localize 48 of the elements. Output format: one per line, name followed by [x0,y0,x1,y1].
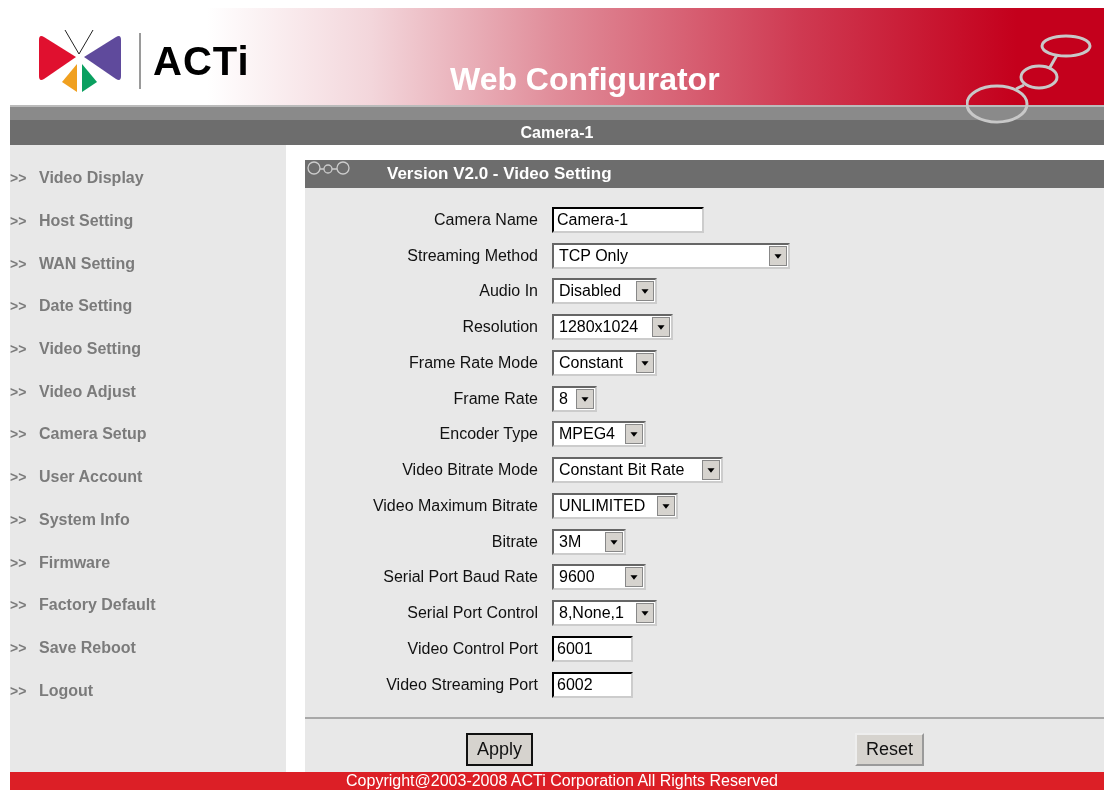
field-label: Serial Port Baud Rate [382,568,538,587]
panel-title: Version V2.0 - Video Setting [387,164,612,184]
field-label: Frame Rate [452,389,538,408]
chevron-marker: >> [10,639,28,656]
dropdown-field[interactable]: MPEG4 [552,421,646,448]
field-label: Video Maximum Bitrate [371,496,538,515]
chevron-marker: >> [10,426,28,443]
dropdown-field[interactable]: Disabled [552,278,657,305]
field-label: Streaming Method [406,246,538,265]
chevron-marker: >> [10,298,28,315]
dropdown-field[interactable]: 9600 [552,564,646,591]
dropdown-field[interactable]: 3M [552,528,626,555]
chevron-marker: >> [10,597,28,614]
dropdown-field[interactable]: 8 [552,385,597,412]
chevron-marker: >> [10,341,28,358]
dropdown-field[interactable]: Constant Bit Rate [552,457,723,484]
chevron-marker: >> [10,682,28,699]
dropdown-field[interactable]: Constant [552,349,657,376]
field-label: Video Control Port [406,639,538,658]
chevron-marker: >> [10,255,28,272]
field-label: Resolution [461,318,538,337]
input-field[interactable]: 6002 [552,671,633,698]
chevron-marker: >> [10,170,28,187]
logo-text: ACTi [153,38,250,84]
field-label: Bitrate [490,532,538,551]
chevron-marker: >> [10,554,28,571]
dropdown-field[interactable]: UNLIMITED [552,492,678,519]
field-label: Encoder Type [438,425,538,444]
dropdown-field[interactable]: TCP Only [552,242,790,269]
chevron-marker: >> [10,383,28,400]
field-label: Frame Rate Mode [408,353,538,372]
form-button[interactable]: Apply [466,732,534,766]
chevron-marker: >> [10,213,28,230]
dropdown-field[interactable]: 1280x1024 [552,314,673,341]
field-label: Serial Port Control [406,604,538,623]
banner-title: Web Configurator [450,61,720,98]
input-field[interactable]: Camera-1 [552,206,704,233]
form-button[interactable]: Reset [855,732,925,766]
chevron-marker: >> [10,469,28,486]
field-label: Video Streaming Port [385,675,538,694]
device-name: Camera-1 [520,123,594,142]
field-label: Video Bitrate Mode [401,461,538,480]
copyright-text: Copyright@2003-2008 ACTi Corporation All Rights Reserved [346,772,778,790]
field-label: Camera Name [432,210,538,229]
dropdown-field[interactable]: 8,None,1 [552,600,657,627]
input-field[interactable]: 6001 [552,635,633,662]
field-label: Audio In [478,282,538,301]
chevron-marker: >> [10,511,28,528]
